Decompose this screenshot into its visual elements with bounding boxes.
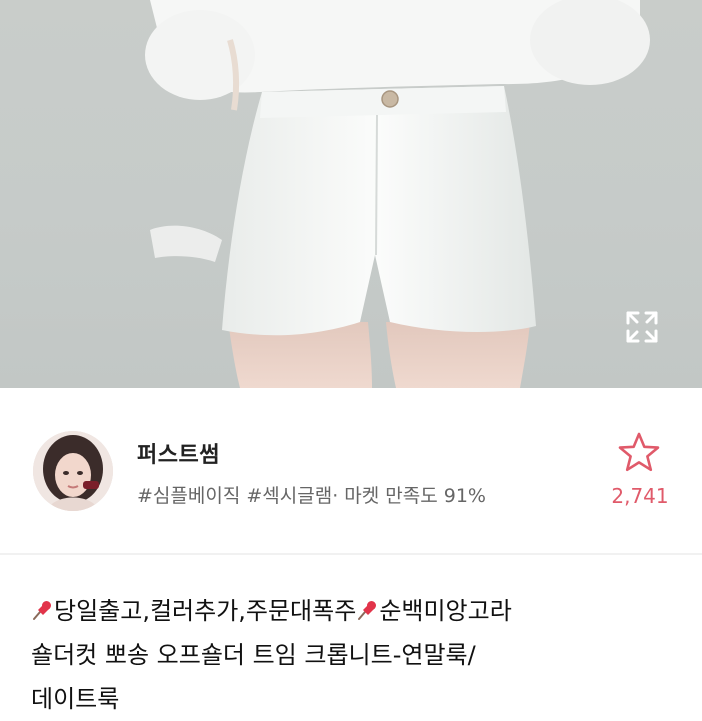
title-text-part1: 당일출고,컬러추가,주문대폭주 [54, 597, 357, 625]
product-photo [145, 0, 650, 388]
seller-tags: #심플베이직 #섹시글램· 마켓 만족도 91% [137, 485, 486, 507]
seller-avatar[interactable] [33, 431, 113, 511]
title-line-1: 당일출고,컬러추가,주문대폭주 순백미앙고라 [31, 589, 681, 633]
product-title: 당일출고,컬러추가,주문대폭주 순백미앙고라 숄더컷 뽀송 오프숄더 트임 크롭… [31, 589, 681, 721]
pushpin-icon [31, 591, 53, 620]
title-line-3: 데이트룩 [31, 685, 120, 713]
title-line-2: 숄더컷 뽀송 오프숄더 트임 크롭니트-연말룩/ [31, 641, 476, 669]
pushpin-icon [356, 591, 378, 620]
title-text-part2: 순백미앙고라 [379, 597, 512, 625]
star-outline-icon[interactable] [617, 431, 661, 473]
product-image[interactable] [0, 0, 702, 388]
favorite-count: 2,741 [611, 484, 669, 508]
seller-name[interactable]: 퍼스트썸 [137, 437, 220, 469]
divider [0, 553, 702, 555]
expand-arrows-icon[interactable] [620, 305, 664, 349]
